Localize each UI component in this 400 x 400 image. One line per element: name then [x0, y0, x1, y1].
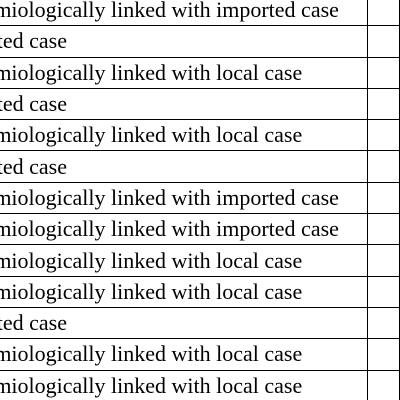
table-row: Epidemiologically linked with imported c… [0, 181, 400, 215]
document-viewport: Epidemiologically linked with imported c… [0, 0, 400, 400]
adjacent-cell [367, 119, 400, 152]
case-classification-cell: Imported case [0, 306, 369, 340]
adjacent-cell [367, 25, 400, 58]
table-row: Epidemiologically linked with local case [0, 338, 400, 371]
case-classification-table: Epidemiologically linked with imported c… [0, 0, 400, 400]
case-classification-cell: Imported case [0, 25, 369, 58]
table-container: Epidemiologically linked with imported c… [0, 0, 400, 400]
case-classification-cell: Epidemiologically linked with local case [0, 119, 369, 152]
adjacent-cell [367, 150, 400, 183]
case-classification-cell: Imported case [0, 87, 369, 121]
table-row: Imported case [0, 25, 400, 58]
table-row: Epidemiologically linked with local case [0, 119, 400, 152]
adjacent-cell [367, 275, 400, 308]
case-classification-cell: Epidemiologically linked with local case [0, 369, 369, 400]
adjacent-cell [367, 56, 400, 89]
table-row: Imported case [0, 87, 400, 121]
adjacent-cell [367, 244, 400, 277]
table-row: Epidemiologically linked with local case [0, 369, 400, 400]
adjacent-cell [367, 87, 400, 121]
table-row: Epidemiologically linked with local case [0, 275, 400, 308]
case-classification-cell: Epidemiologically linked with local case [0, 275, 369, 308]
case-classification-cell: Epidemiologically linked with local case [0, 244, 369, 277]
case-classification-cell: Epidemiologically linked with local case [0, 338, 369, 371]
adjacent-cell [367, 181, 400, 215]
case-classification-cell: Imported case [0, 150, 369, 183]
table-row: Epidemiologically linked with imported c… [0, 213, 400, 246]
table-row: Epidemiologically linked with local case [0, 56, 400, 89]
case-classification-cell: Epidemiologically linked with imported c… [0, 0, 369, 27]
table-row: Imported case [0, 150, 400, 183]
table-body: Epidemiologically linked with imported c… [0, 0, 400, 400]
table-row: Epidemiologically linked with local case [0, 244, 400, 277]
case-classification-cell: Epidemiologically linked with imported c… [0, 181, 369, 215]
table-row: Epidemiologically linked with imported c… [0, 0, 400, 27]
table-row: Imported case [0, 306, 400, 340]
adjacent-cell [367, 369, 400, 400]
adjacent-cell [367, 0, 400, 27]
adjacent-cell [367, 338, 400, 371]
adjacent-cell [367, 213, 400, 246]
case-classification-cell: Epidemiologically linked with imported c… [0, 213, 369, 246]
case-classification-cell: Epidemiologically linked with local case [0, 56, 369, 89]
adjacent-cell [367, 306, 400, 340]
